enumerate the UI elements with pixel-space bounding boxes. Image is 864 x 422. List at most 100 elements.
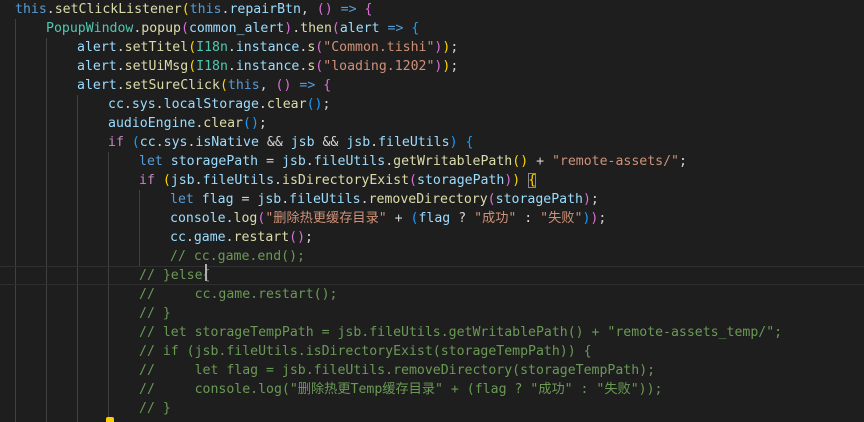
code-line[interactable]: // }else{	[0, 266, 864, 285]
code-token: "remote-assets/"	[551, 154, 680, 169]
code-token: storagePath	[170, 154, 259, 169]
code-line[interactable]: alert.setTitel(I18n.instance.s("Common.t…	[0, 38, 864, 57]
code-line[interactable]: if (cc.sys.isNative && jsb && jsb.fileUt…	[0, 133, 864, 152]
code-line[interactable]: cc.sys.localStorage.clear();	[0, 95, 864, 114]
code-token: .	[227, 40, 236, 55]
code-token: fileUtils	[289, 192, 361, 207]
code-token: // }else{	[139, 268, 211, 283]
code-line[interactable]: PopupWindow.popup(common_alert).then(ale…	[0, 19, 864, 38]
code-token: ;	[305, 230, 313, 245]
code-token: .	[225, 230, 234, 245]
code-line[interactable]: audioEngine.clear();	[0, 114, 864, 133]
code-token: ;	[450, 59, 459, 74]
code-line[interactable]: let flag = jsb.fileUtils.removeDirectory…	[0, 190, 864, 209]
code-token: =	[258, 154, 282, 169]
text-cursor-icon	[205, 264, 207, 281]
code-token: sys	[131, 97, 156, 112]
code-line[interactable]: console.log("删除热更缓存目录" + (flag ? "成功" : …	[0, 209, 864, 228]
code-editor[interactable]: this.setClickListener(this.repairBtn, ()…	[0, 0, 864, 422]
code-token: .	[116, 78, 125, 93]
code-token: common_alert	[188, 21, 285, 36]
code-line[interactable]: // }	[0, 399, 864, 418]
code-token: ;	[679, 154, 687, 169]
code-token: this	[227, 78, 260, 93]
code-token: console	[170, 211, 226, 226]
code-token: jsb	[290, 135, 315, 150]
code-token: .	[305, 154, 314, 169]
code-token: repairBtn	[229, 2, 301, 17]
code-token: removeDirectory	[368, 192, 488, 207]
code-token: .	[281, 192, 290, 207]
code-token: // console.log("删除热更Temp缓存目录" + (flag ? …	[139, 382, 663, 397]
code-token: "删除热更缓存目录"	[265, 211, 387, 226]
code-token: .	[274, 173, 282, 188]
lightbulb-icon[interactable]	[106, 417, 114, 422]
code-token: if	[139, 173, 155, 188]
code-token: .	[116, 59, 125, 74]
code-token: )	[582, 192, 591, 207]
code-token: alert	[77, 78, 117, 93]
code-token: cc	[139, 135, 156, 150]
code-token: )	[284, 21, 293, 36]
code-token: // let flag = jsb.fileUtils.removeDirect…	[139, 363, 656, 378]
code-token: .	[46, 2, 55, 17]
code-token: jsb	[257, 192, 282, 207]
code-token: =>	[387, 21, 404, 36]
code-token: alert	[77, 40, 117, 55]
code-token: getWritablePath	[393, 154, 513, 169]
code-token: .	[258, 97, 267, 112]
code-token: {	[364, 2, 373, 17]
code-token: popup	[141, 21, 181, 36]
code-line[interactable]: alert.setSureClick(this, () => {	[0, 76, 864, 95]
code-line[interactable]: this.setClickListener(this.repairBtn, ()…	[0, 0, 864, 19]
code-token: instance	[235, 40, 300, 55]
code-token: (	[181, 2, 190, 17]
code-token: cc	[108, 97, 124, 112]
code-token: (	[188, 40, 197, 55]
code-token: let	[170, 192, 194, 207]
code-token: if	[108, 135, 124, 150]
code-token: .	[227, 59, 236, 74]
code-line[interactable]: // cc.game.end();	[0, 247, 864, 266]
code-token: +	[386, 211, 411, 226]
code-line[interactable]: // if (jsb.fileUtils.isDirectoryExist(st…	[0, 342, 864, 361]
code-token: "成功"	[474, 211, 517, 226]
code-line[interactable]: // let storageTempPath = jsb.fileUtils.g…	[0, 323, 864, 342]
code-token: ,	[259, 78, 276, 93]
code-token: log	[233, 211, 258, 226]
code-token: setTitel	[124, 40, 189, 55]
code-token: restart	[233, 230, 290, 245]
code-line[interactable]: // console.log("删除热更Temp缓存目录" + (flag ? …	[0, 380, 864, 399]
code-token: (	[188, 59, 197, 74]
code-line[interactable]: alert.setUiMsg(I18n.instance.s("loading.…	[0, 57, 864, 76]
code-line[interactable]: // }	[0, 304, 864, 323]
code-token: clear	[203, 116, 243, 131]
code-token: storagePath	[495, 192, 583, 207]
code-token: =>	[299, 78, 316, 93]
code-token: let	[139, 154, 163, 169]
code-line[interactable]: let storagePath = jsb.fileUtils.getWrita…	[0, 152, 864, 171]
code-token: this	[189, 2, 222, 17]
code-line[interactable]: // cc.game.restart();	[0, 285, 864, 304]
code-token: +	[528, 154, 552, 169]
code-line[interactable]: // let flag = jsb.fileUtils.removeDirect…	[0, 361, 864, 380]
code-token: .	[360, 192, 369, 207]
code-token: // cc.game.end();	[170, 249, 305, 264]
code-token: (	[219, 78, 228, 93]
code-line[interactable]: cc.game.restart();	[0, 228, 864, 247]
code-token: I18n	[196, 59, 228, 74]
code-line[interactable]: if (jsb.fileUtils.isDirectoryExist(stora…	[0, 171, 864, 190]
code-token: (	[409, 173, 417, 188]
code-token: // }	[139, 401, 171, 416]
code-token: ;	[450, 40, 459, 55]
code-token: .	[292, 21, 301, 36]
code-token: ()	[306, 97, 323, 112]
code-token: &&	[314, 135, 347, 150]
